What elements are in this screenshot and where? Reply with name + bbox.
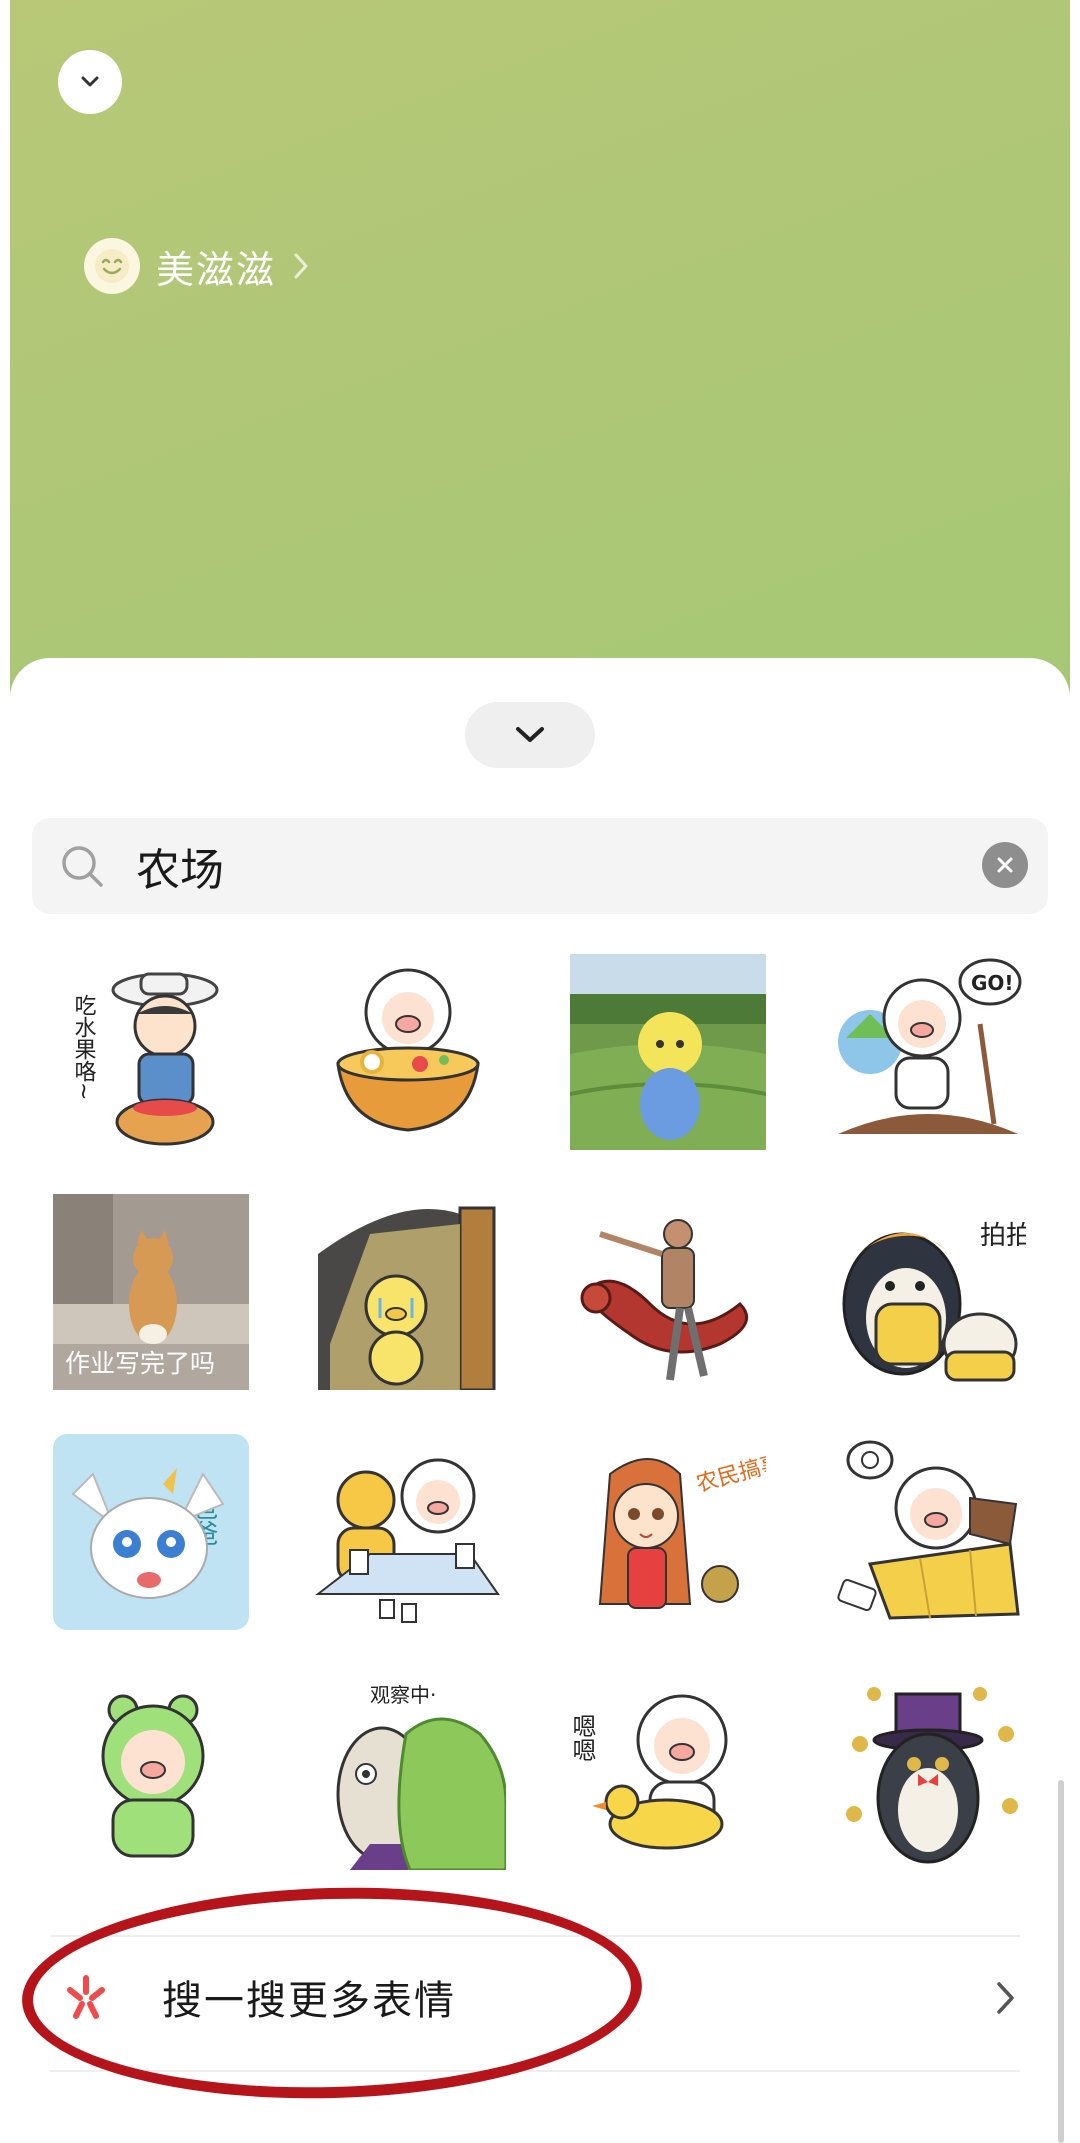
sticker-penguin-coins[interactable] [830,1674,1026,1870]
sticker-caption: 嗯嗯 [570,1714,596,1762]
sticker-farm-photo[interactable] [570,954,766,1150]
sticker-girl-farm[interactable]: 农民搞事啦 [570,1434,766,1630]
profile-name: 美滋滋 [156,247,277,292]
sticker-cat-homework-art: 作业写完了吗 [53,1194,249,1390]
collapse-button[interactable] [58,50,122,114]
smiley-face-icon [95,249,129,283]
sticker-white-creature-art: 爸爸 [53,1434,249,1630]
search-icon [62,846,103,887]
sticker-caption: 农民搞事啦 [694,1445,766,1498]
sticker-eat-fruit-art: 吃水果咯~ [71,972,219,1146]
screen-border [1070,0,1080,2143]
sticker-pig-bed[interactable] [830,1434,1026,1630]
chevron-down-icon [516,727,544,742]
header-background [0,0,1080,700]
sticker-caption: 作业写完了吗 [65,1349,215,1378]
sticker-pig-duck[interactable]: 嗯嗯 [570,1674,766,1870]
sticker-caption: GO! [971,971,1014,995]
sticker-pig-frog[interactable] [53,1674,249,1870]
avatar [84,238,140,294]
sticker-pig-go[interactable]: GO! [830,954,1026,1150]
sticker-pig-go-art: GO! [838,958,1022,1134]
sticker-pig-frog-art [101,1694,205,1858]
sticker-farm-photo-art [570,954,766,1150]
clear-button[interactable] [982,842,1028,888]
sticker-caption: 观察中· [370,1683,436,1707]
sticker-observing[interactable]: 观察中· [310,1674,506,1870]
search-input[interactable]: 农场 [136,834,224,898]
profile-link[interactable]: 美滋滋 [84,238,312,294]
sticker-pig-crying[interactable] [310,1194,506,1390]
sticker-pig-noodles[interactable] [310,954,506,1150]
sticker-white-creature[interactable]: 爸爸 [53,1434,249,1630]
chevron-right-icon [294,253,308,279]
chevron-down-icon [81,76,99,87]
scrollbar[interactable] [1058,1780,1064,2143]
sheet-collapse-button[interactable] [465,702,595,768]
sticker-caption: 吃水果咯~ [71,994,97,1100]
sticker-observing-art: 观察中· [336,1683,506,1870]
sticker-pig-bed-art [837,1440,1020,1620]
sticker-pig-noodles-art [336,968,480,1132]
chevron-right-icon [997,1982,1014,2014]
clear-icon [997,857,1013,873]
sticker-penguin-pat[interactable]: 拍拍 [830,1194,1026,1390]
sticker-pig-duck-art: 嗯嗯 [570,1694,728,1850]
sticker-eat-fruit[interactable]: 吃水果咯~ [53,954,249,1150]
sticker-dragon-rider-art [580,1219,749,1381]
sticker-caption: 拍拍 [980,1221,1026,1251]
sticker-pig-cards[interactable] [310,1434,506,1630]
sticker-penguin-pat-art: 拍拍 [842,1221,1026,1382]
sticker-girl-farm-art: 农民搞事啦 [598,1445,766,1609]
sticker-dragon-rider[interactable] [570,1194,766,1390]
sticker-cat-homework[interactable]: 作业写完了吗 [53,1194,249,1390]
search-bar[interactable]: 农场 [32,818,1048,914]
sticker-penguin-coins-art [846,1687,1018,1864]
sticker-pig-crying-art [318,1206,496,1390]
screen-border [0,0,10,2143]
sticker-pig-cards-art [315,1458,500,1623]
